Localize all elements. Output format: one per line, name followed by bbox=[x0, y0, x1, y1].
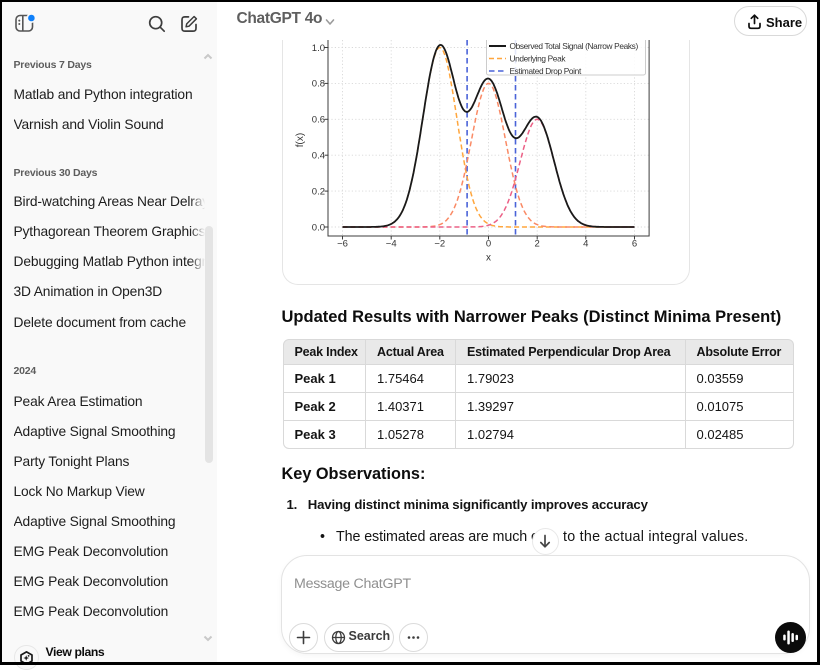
svg-text:0.8: 0.8 bbox=[311, 79, 324, 90]
svg-text:0.2: 0.2 bbox=[311, 186, 324, 197]
svg-text:0.0: 0.0 bbox=[311, 222, 324, 233]
svg-text:Underlying Peak: Underlying Peak bbox=[509, 54, 566, 64]
svg-text:0.4: 0.4 bbox=[311, 151, 324, 162]
svg-text:x: x bbox=[486, 253, 491, 264]
svg-text:4: 4 bbox=[583, 239, 588, 250]
svg-text:0: 0 bbox=[485, 239, 490, 250]
svg-text:2: 2 bbox=[534, 239, 539, 250]
svg-text:Observed Total Signal (Narrow: Observed Total Signal (Narrow Peaks) bbox=[509, 41, 638, 51]
svg-text:−2: −2 bbox=[434, 239, 445, 250]
svg-text:0.6: 0.6 bbox=[311, 115, 324, 126]
svg-text:−6: −6 bbox=[337, 239, 348, 250]
svg-text:6: 6 bbox=[631, 239, 636, 250]
svg-text:f(x): f(x) bbox=[295, 133, 306, 147]
svg-text:1.0: 1.0 bbox=[311, 43, 324, 54]
svg-text:Estimated Drop Point: Estimated Drop Point bbox=[509, 66, 581, 76]
svg-text:−4: −4 bbox=[385, 239, 396, 250]
